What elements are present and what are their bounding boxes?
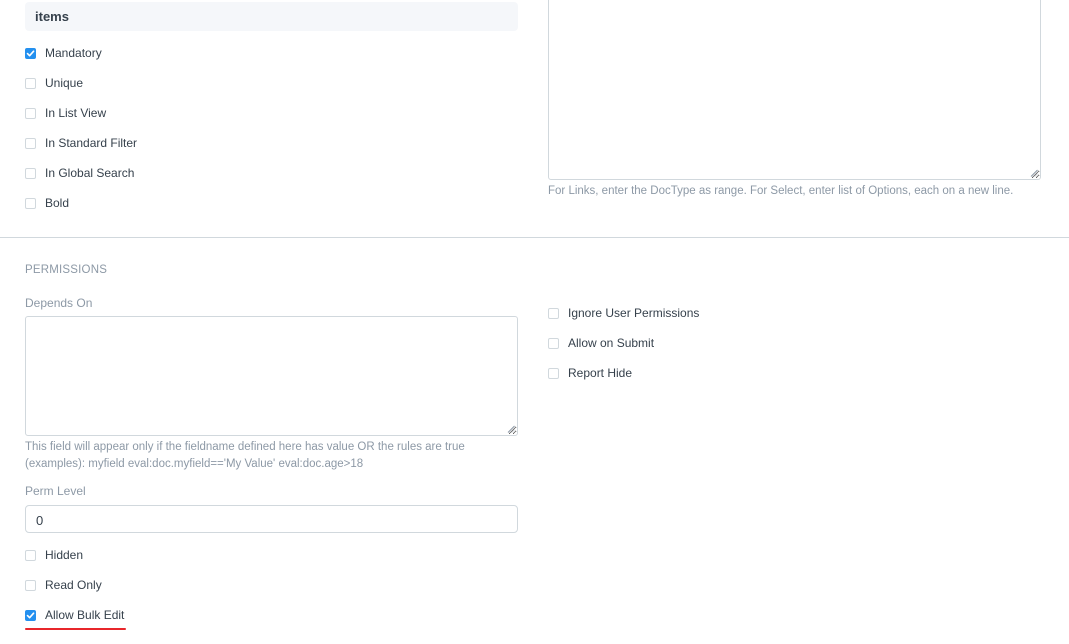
checkbox-allow-on-submit[interactable]: Allow on Submit [548, 335, 654, 351]
checkbox-allow-bulk-edit[interactable]: Allow Bulk Edit [25, 607, 124, 623]
checkbox-in-standard-filter[interactable]: In Standard Filter [25, 135, 137, 151]
highlight-underline [25, 628, 126, 630]
permissions-heading: PERMISSIONS [25, 264, 108, 276]
checkbox-unchecked-icon[interactable] [548, 337, 559, 349]
checkbox-unchecked-icon[interactable] [548, 307, 559, 319]
checkbox-unchecked-icon[interactable] [25, 167, 36, 179]
section-title: items [35, 9, 69, 24]
depends-on-help-line2: (examples): myfield eval:doc.myfield=='M… [25, 458, 364, 470]
depends-on-textarea[interactable] [25, 316, 518, 436]
checkbox-unchecked-icon[interactable] [25, 197, 36, 209]
checkbox-label: Read Only [45, 578, 102, 592]
checkbox-unchecked-icon[interactable] [25, 549, 36, 561]
checkbox-label: In Standard Filter [45, 136, 138, 150]
checkbox-label: Allow on Submit [568, 336, 655, 350]
checkbox-label: Report Hide [568, 366, 633, 380]
checkbox-label: Bold [45, 196, 70, 210]
section-divider [0, 237, 1069, 238]
perm-level-value: 0 [36, 513, 44, 528]
checkbox-label: In List View [45, 106, 107, 120]
checkbox-mandatory[interactable]: Mandatory [25, 45, 102, 61]
checkbox-bold[interactable]: Bold [25, 195, 69, 211]
depends-on-label: Depends On [25, 296, 93, 310]
checkbox-label: Hidden [45, 548, 84, 562]
checkbox-unique[interactable]: Unique [25, 75, 83, 91]
checkbox-unchecked-icon[interactable] [25, 107, 36, 119]
checkbox-in-list-view[interactable]: In List View [25, 105, 106, 121]
section-title-bar: items [25, 2, 518, 31]
depends-on-help-line1: This field will appear only if the field… [25, 441, 465, 453]
checkbox-ignore-user-permissions[interactable]: Ignore User Permissions [548, 305, 699, 321]
resize-grip-icon[interactable] [507, 425, 515, 433]
checkbox-checked-icon[interactable] [25, 609, 36, 621]
checkbox-label: Ignore User Permissions [568, 306, 700, 320]
perm-level-label: Perm Level [25, 484, 86, 498]
resize-grip-icon[interactable] [1030, 169, 1038, 177]
options-textarea[interactable] [548, 0, 1041, 180]
checkbox-hidden[interactable]: Hidden [25, 547, 83, 563]
checkbox-unchecked-icon[interactable] [548, 367, 559, 379]
doctype-field-editor: items Mandatory Unique In List View In S… [0, 0, 1069, 644]
checkbox-unchecked-icon[interactable] [25, 579, 36, 591]
checkbox-label: In Global Search [45, 166, 135, 180]
checkbox-read-only[interactable]: Read Only [25, 577, 102, 593]
checkbox-label: Allow Bulk Edit [45, 608, 125, 622]
checkbox-unchecked-icon[interactable] [25, 77, 36, 89]
checkbox-unchecked-icon[interactable] [25, 137, 36, 149]
checkbox-label: Mandatory [45, 46, 102, 60]
options-help-text: For Links, enter the DocType as range. F… [548, 185, 1014, 197]
checkbox-checked-icon[interactable] [25, 47, 36, 59]
checkbox-report-hide[interactable]: Report Hide [548, 365, 632, 381]
checkbox-label: Unique [45, 76, 84, 90]
checkbox-in-global-search[interactable]: In Global Search [25, 165, 134, 181]
perm-level-input[interactable]: 0 [25, 505, 518, 533]
